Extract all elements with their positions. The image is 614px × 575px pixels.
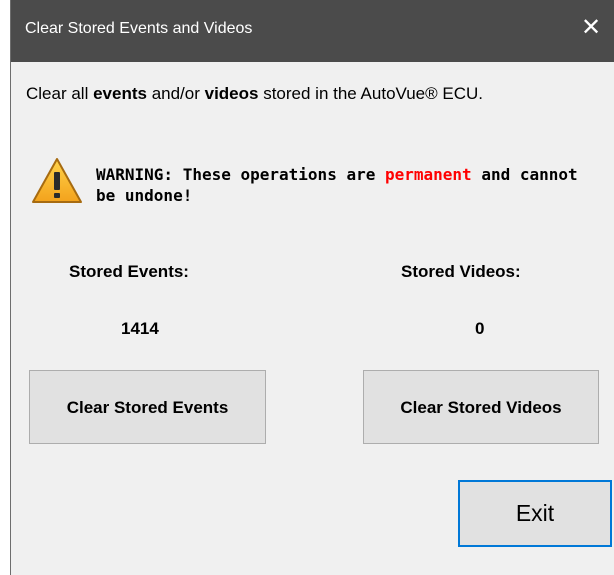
stored-videos-count: 0	[475, 319, 485, 338]
clear-stored-events-button[interactable]: Clear Stored Events	[29, 370, 266, 444]
intro-text: Clear all events and/or videos stored in…	[26, 84, 483, 104]
stored-events-count: 1414	[121, 319, 159, 338]
intro-bold-videos: videos	[204, 84, 259, 103]
clear-stored-videos-button[interactable]: Clear Stored Videos	[363, 370, 599, 444]
warning-prefix: WARNING: These operations are	[96, 165, 385, 184]
intro-bold-events: events	[93, 84, 147, 103]
close-button[interactable]: ✕	[576, 12, 606, 42]
stored-videos-label: Stored Videos:	[401, 262, 521, 281]
warning-text: WARNING: These operations are permanent …	[96, 164, 596, 206]
warning-highlight: permanent	[384, 165, 472, 184]
close-icon: ✕	[580, 13, 602, 41]
stored-events-label: Stored Events:	[69, 262, 189, 281]
intro-part3: stored in the AutoVue® ECU.	[258, 84, 484, 103]
exit-button[interactable]: Exit	[458, 480, 612, 547]
title-bar[interactable]: Clear Stored Events and Videos ✕	[11, 0, 614, 62]
dialog-window: Clear Stored Events and Videos ✕ Clear a…	[10, 0, 614, 575]
warning-triangle-icon	[32, 158, 82, 203]
window-title: Clear Stored Events and Videos	[25, 20, 253, 37]
intro-part1: Clear all	[26, 84, 94, 103]
intro-part2: and/or	[146, 84, 205, 103]
